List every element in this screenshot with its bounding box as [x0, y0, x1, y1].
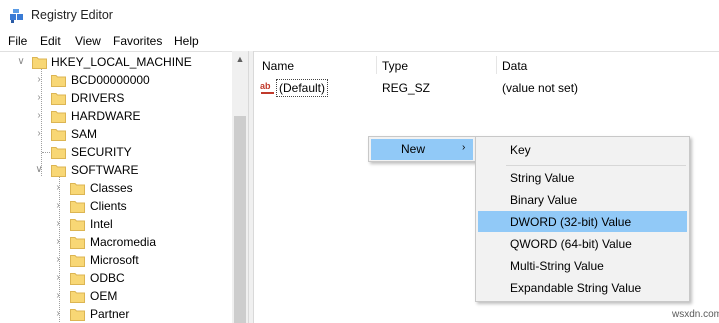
folder-icon	[70, 237, 85, 249]
folder-icon	[32, 57, 47, 69]
tree-scrollbar[interactable]: ▲	[232, 51, 248, 323]
tree-label: SAM	[71, 127, 98, 141]
tree-label: HARDWARE	[71, 109, 141, 123]
chevron-right-icon[interactable]: ›	[53, 236, 63, 248]
chevron-right-icon[interactable]: ›	[34, 74, 44, 86]
tree-item[interactable]: › DRIVERS	[0, 89, 232, 107]
tree-label: SOFTWARE	[71, 163, 139, 177]
chevron-right-icon[interactable]: ›	[53, 200, 63, 212]
folder-icon	[70, 219, 85, 231]
tree-label: ODBC	[90, 271, 125, 285]
new-submenu: Key String Value Binary Value DWORD (32-…	[475, 136, 690, 302]
folder-icon	[51, 165, 66, 177]
window-title: Registry Editor	[31, 8, 113, 22]
folder-icon	[70, 183, 85, 195]
value-name: (Default)	[276, 79, 329, 97]
tree-item[interactable]: › Intel	[0, 215, 232, 233]
menu-item-label: New	[401, 142, 426, 156]
tree-item-hklm[interactable]: ∨ HKEY_LOCAL_MACHINE	[0, 53, 232, 71]
tree-item[interactable]: › BCD00000000	[0, 71, 232, 89]
column-separator[interactable]	[496, 56, 497, 74]
folder-icon	[51, 93, 66, 105]
folder-icon	[51, 75, 66, 87]
submenu-item-expandable-string-value[interactable]: Expandable String Value	[478, 277, 687, 298]
submenu-item-multi-string-value[interactable]: Multi-String Value	[478, 255, 687, 276]
value-data: (value not set)	[502, 81, 579, 95]
tree-item[interactable]: ∨ SOFTWARE	[0, 161, 232, 179]
tree-item[interactable]: › Microsoft	[0, 251, 232, 269]
key-tree[interactable]: ∨ HKEY_LOCAL_MACHINE › BCD00000000 › DRI…	[0, 51, 248, 323]
scroll-thumb[interactable]	[234, 116, 246, 323]
submenu-item-key[interactable]: Key	[478, 139, 687, 160]
tree-item[interactable]: › Macromedia	[0, 233, 232, 251]
menu-view[interactable]: View	[75, 34, 101, 48]
menu-separator	[506, 165, 686, 166]
menu-bar: File Edit View Favorites Help	[0, 31, 719, 51]
column-separator[interactable]	[376, 56, 377, 74]
menu-file[interactable]: File	[8, 34, 27, 48]
submenu-item-string-value[interactable]: String Value	[478, 167, 687, 188]
column-header-type[interactable]: Type	[382, 59, 408, 73]
chevron-right-icon[interactable]: ›	[53, 254, 63, 266]
chevron-right-icon[interactable]: ›	[53, 290, 63, 302]
submenu-item-dword-value[interactable]: DWORD (32-bit) Value	[478, 211, 687, 232]
menu-edit[interactable]: Edit	[40, 34, 61, 48]
menu-favorites[interactable]: Favorites	[113, 34, 162, 48]
folder-icon	[70, 291, 85, 303]
chevron-right-icon[interactable]: ›	[34, 92, 44, 104]
regedit-icon	[10, 9, 23, 23]
chevron-right-icon: ›	[462, 142, 466, 153]
title-bar: Registry Editor	[0, 0, 719, 31]
table-row[interactable]: ab (Default) REG_SZ (value not set)	[254, 79, 719, 99]
chevron-right-icon[interactable]: ›	[53, 182, 63, 194]
tree-item[interactable]: › OEM	[0, 287, 232, 305]
tree-item[interactable]: › Clients	[0, 197, 232, 215]
tree-label: DRIVERS	[71, 91, 125, 105]
folder-icon	[70, 255, 85, 267]
chevron-right-icon[interactable]: ›	[53, 272, 63, 284]
tree-label: Microsoft	[90, 253, 139, 267]
chevron-right-icon[interactable]: ›	[53, 218, 63, 230]
tree-label: BCD00000000	[71, 73, 150, 87]
tree-item[interactable]: SECURITY	[0, 143, 232, 161]
context-menu: New ›	[368, 136, 476, 162]
folder-icon	[51, 147, 66, 159]
tree-label: Classes	[90, 181, 133, 195]
value-type: REG_SZ	[382, 81, 431, 95]
watermark: wsxdn.com	[672, 309, 719, 320]
chevron-down-icon[interactable]: ∨	[34, 164, 44, 176]
tree-label: Macromedia	[90, 235, 157, 249]
folder-icon	[51, 111, 66, 123]
column-header-name[interactable]: Name	[262, 59, 294, 73]
chevron-down-icon[interactable]: ∨	[16, 56, 26, 68]
tree-label: Clients	[90, 199, 127, 213]
chevron-right-icon[interactable]: ›	[34, 110, 44, 122]
tree-item[interactable]: › ODBC	[0, 269, 232, 287]
tree-item[interactable]: › Classes	[0, 179, 232, 197]
column-header-data[interactable]: Data	[502, 59, 527, 73]
tree-label: OEM	[90, 289, 118, 303]
tree-label: Intel	[90, 217, 113, 231]
tree-item[interactable]: › HARDWARE	[0, 107, 232, 125]
tree-label: Partner	[90, 307, 130, 321]
folder-icon	[70, 201, 85, 213]
tree-label: SECURITY	[71, 145, 132, 159]
tree-item[interactable]: › Partner	[0, 305, 232, 323]
menu-help[interactable]: Help	[174, 34, 199, 48]
submenu-item-binary-value[interactable]: Binary Value	[478, 189, 687, 210]
chevron-right-icon[interactable]: ›	[34, 128, 44, 140]
chevron-right-icon[interactable]: ›	[53, 308, 63, 320]
string-value-icon: ab	[260, 81, 276, 95]
folder-icon	[70, 309, 85, 321]
tree-item[interactable]: › SAM	[0, 125, 232, 143]
tree-label: HKEY_LOCAL_MACHINE	[51, 55, 192, 69]
submenu-item-qword-value[interactable]: QWORD (64-bit) Value	[478, 233, 687, 254]
folder-icon	[70, 273, 85, 285]
folder-icon	[51, 129, 66, 141]
scroll-up-icon[interactable]: ▲	[232, 51, 248, 67]
